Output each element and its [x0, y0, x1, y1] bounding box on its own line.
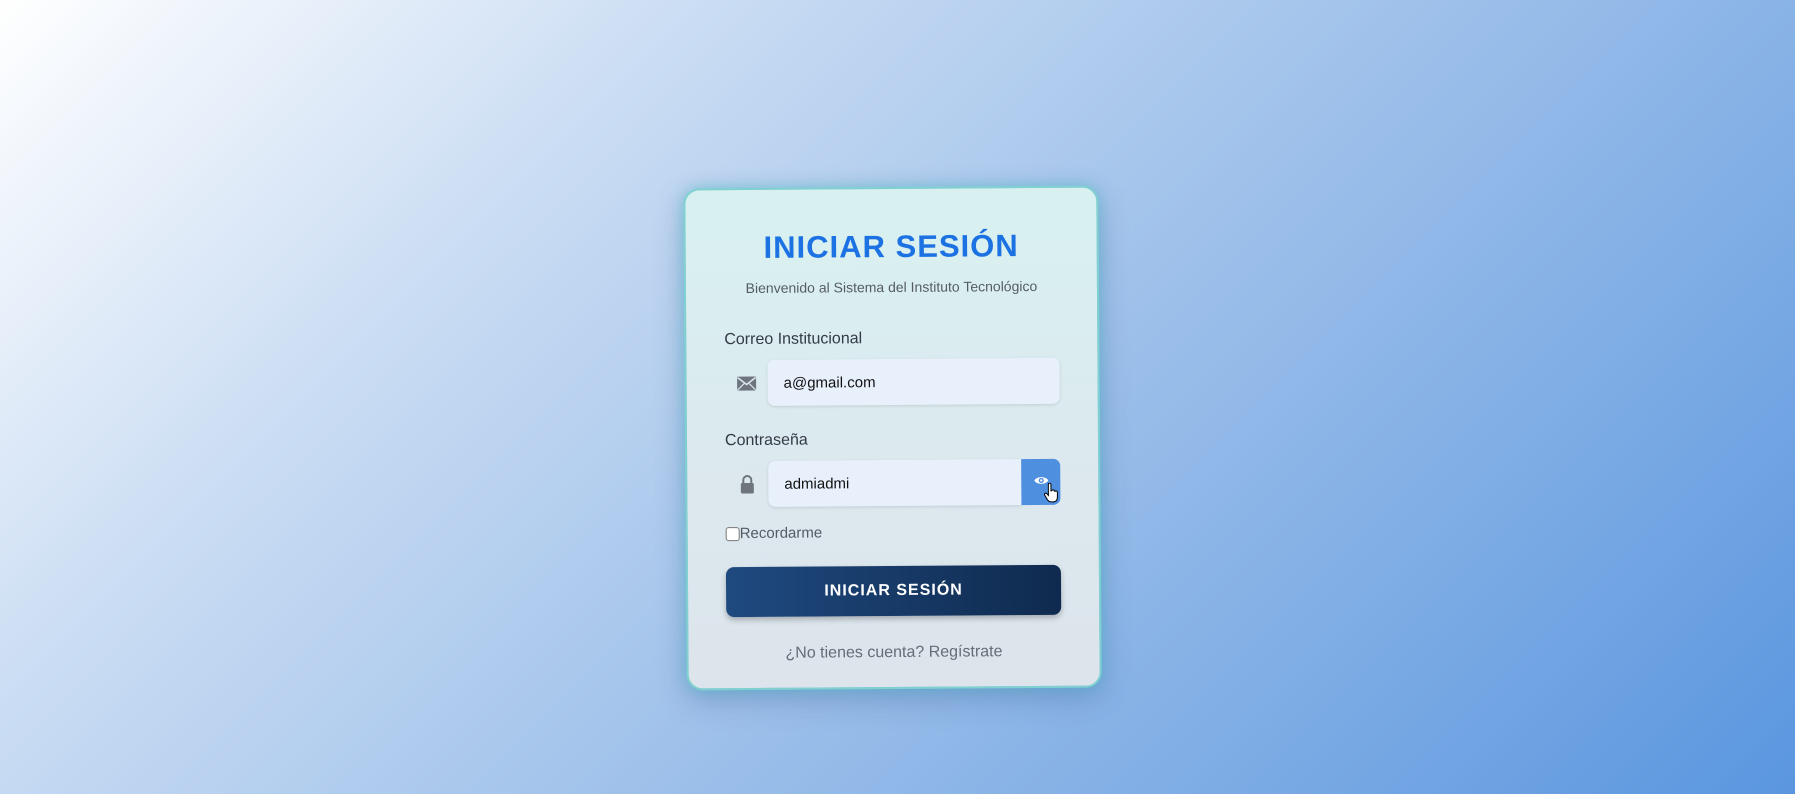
remember-row: Recordarme	[725, 523, 1061, 542]
page-subtitle: Bienvenido al Sistema del Instituto Tecn…	[745, 277, 1038, 297]
password-field-row: admiadmi	[725, 458, 1061, 508]
hand-pointer-cursor	[1043, 482, 1059, 508]
toggle-password-button[interactable]	[1021, 458, 1061, 508]
login-submit-button[interactable]: INICIAR SESIÓN	[725, 564, 1062, 618]
register-link[interactable]: ¿No tienes cuenta? Regístrate	[726, 643, 1061, 663]
email-field-row: a@gmail.com	[724, 357, 1060, 406]
page-title: INICIAR SESIÓN	[763, 228, 1019, 265]
password-field[interactable]: admiadmi	[768, 459, 1022, 507]
password-label: Contraseña	[724, 431, 808, 450]
remember-label[interactable]: Recordarme	[740, 524, 823, 542]
email-field[interactable]: a@gmail.com	[767, 357, 1060, 406]
email-label: Correo Institucional	[724, 330, 863, 349]
envelope-icon	[725, 375, 768, 391]
login-card: INICIAR SESIÓN Bienvenido al Sistema del…	[683, 185, 1102, 691]
lock-icon	[725, 474, 768, 494]
remember-checkbox[interactable]	[725, 526, 740, 541]
